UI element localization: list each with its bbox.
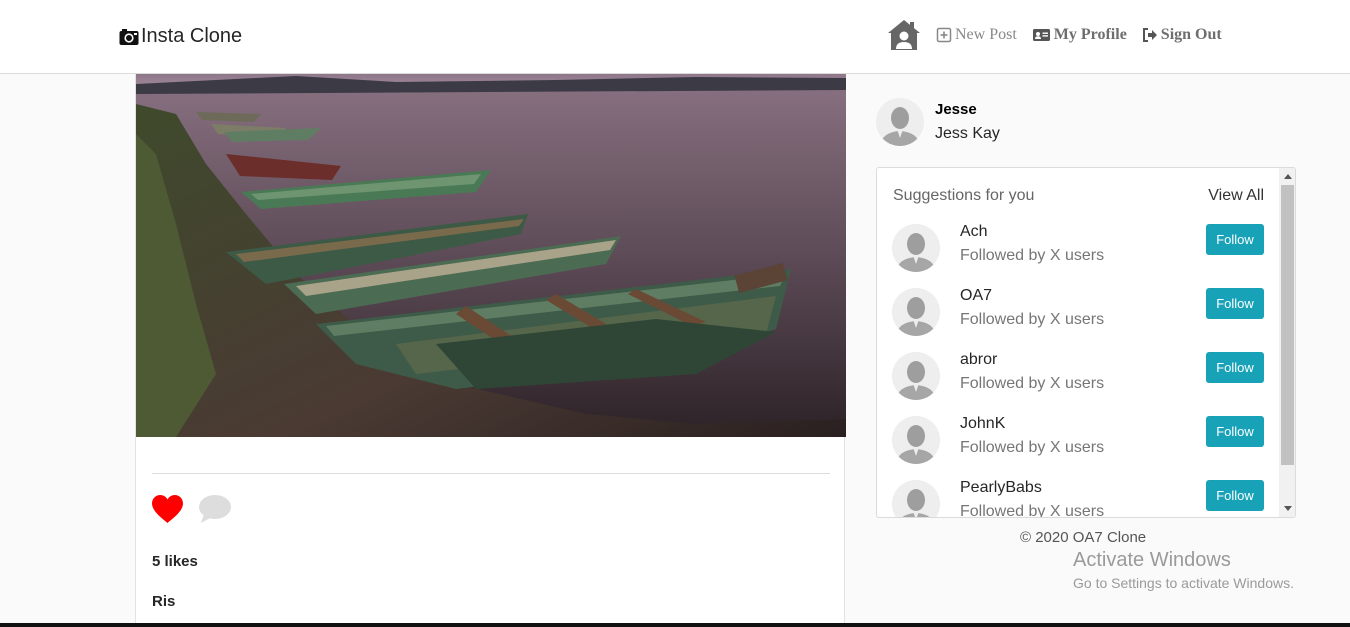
my-profile-link[interactable]: My Profile — [1032, 26, 1127, 44]
list-item: Ach Followed by X users Follow — [892, 223, 1264, 274]
follow-button[interactable]: Follow — [1206, 352, 1264, 383]
suggestion-subtitle: Followed by X users — [960, 311, 1105, 328]
top-navbar: Insta Clone New Post My Profile Sign Out — [0, 0, 1350, 74]
my-profile-label: My Profile — [1053, 26, 1127, 43]
user-placeholder-icon — [876, 98, 924, 146]
suggestion-subtitle: Followed by X users — [960, 247, 1105, 264]
suggestion-subtitle: Followed by X users — [960, 375, 1105, 392]
profile-fullname: Jess Kay — [935, 125, 1000, 142]
watermark-subtitle: Go to Settings to activate Windows. — [1073, 575, 1294, 591]
footer-copyright: © 2020 OA7 Clone — [1020, 529, 1147, 546]
avatar[interactable] — [892, 288, 940, 336]
suggestion-text: Ach Followed by X users — [960, 220, 1104, 268]
follow-button[interactable]: Follow — [1206, 416, 1264, 447]
list-item: abror Followed by X users Follow — [892, 351, 1264, 402]
profile-text: Jesse Jess Kay — [935, 98, 1000, 146]
post-author[interactable]: Ris — [152, 593, 175, 610]
plus-square-icon — [936, 27, 952, 43]
user-placeholder-icon — [892, 416, 940, 464]
brand-name: Insta Clone — [141, 25, 243, 47]
user-placeholder-icon — [892, 288, 940, 336]
heart-icon[interactable] — [151, 494, 184, 524]
watermark-title: Activate Windows — [1073, 549, 1231, 571]
suggestion-username[interactable]: Ach — [960, 220, 1104, 244]
suggestion-text: JohnK Followed by X users — [960, 412, 1104, 460]
suggestions-panel[interactable]: Suggestions for you View All Ach Followe… — [876, 167, 1296, 518]
new-post-label: New Post — [955, 26, 1017, 43]
scroll-up-arrow-icon[interactable] — [1284, 174, 1292, 179]
sign-out-link[interactable]: Sign Out — [1142, 26, 1222, 44]
scroll-down-arrow-icon[interactable] — [1284, 506, 1292, 511]
nav-links: New Post My Profile Sign Out — [886, 18, 1237, 52]
user-placeholder-icon — [892, 352, 940, 400]
suggestion-username[interactable]: OA7 — [960, 284, 1104, 308]
suggestion-username[interactable]: PearlyBabs — [960, 476, 1104, 500]
post-actions — [151, 494, 232, 524]
id-card-icon — [1032, 29, 1050, 41]
suggestions-scrollbar[interactable] — [1279, 168, 1295, 517]
follow-button[interactable]: Follow — [1206, 288, 1264, 319]
avatar[interactable] — [892, 352, 940, 400]
list-item: JohnK Followed by X users Follow — [892, 415, 1264, 466]
scrollbar-thumb[interactable] — [1281, 185, 1294, 465]
list-item: OA7 Followed by X users Follow — [892, 287, 1264, 338]
like-count: 5 likes — [152, 553, 198, 570]
new-post-link[interactable]: New Post — [936, 26, 1017, 44]
avatar[interactable] — [892, 480, 940, 517]
windows-activation-watermark: Activate Windows Go to Settings to activ… — [1073, 548, 1294, 592]
profile-username[interactable]: Jesse — [935, 98, 1000, 122]
user-placeholder-icon — [892, 480, 940, 517]
suggestion-text: OA7 Followed by X users — [960, 284, 1104, 332]
suggestion-username[interactable]: JohnK — [960, 412, 1104, 436]
view-all-link[interactable]: View All — [1208, 187, 1264, 205]
taskbar-edge — [0, 623, 1350, 627]
comment-icon[interactable] — [198, 494, 232, 524]
post-photo — [136, 74, 846, 437]
brand-link[interactable]: Insta Clone — [119, 25, 242, 48]
post-card: 5 likes Ris — [135, 74, 846, 627]
camera-icon — [119, 28, 139, 45]
sign-out-label: Sign Out — [1160, 26, 1222, 43]
avatar[interactable] — [892, 224, 940, 272]
home-icon[interactable] — [886, 18, 922, 52]
sign-out-icon — [1142, 28, 1157, 42]
suggestion-username[interactable]: abror — [960, 348, 1104, 372]
suggestion-subtitle: Followed by X users — [960, 439, 1105, 456]
suggestion-subtitle: Followed by X users — [960, 503, 1105, 518]
follow-button[interactable]: Follow — [1206, 224, 1264, 255]
follow-button[interactable]: Follow — [1206, 480, 1264, 511]
user-placeholder-icon — [892, 224, 940, 272]
list-item: PearlyBabs Followed by X users Follow — [892, 479, 1264, 517]
suggestions-title: Suggestions for you — [893, 187, 1035, 204]
post-divider — [152, 473, 830, 474]
suggestions-header: Suggestions for you View All — [893, 187, 1264, 205]
avatar[interactable] — [876, 98, 924, 146]
current-user-profile: Jesse Jess Kay — [876, 98, 1000, 146]
suggestion-text: PearlyBabs Followed by X users — [960, 476, 1105, 518]
suggestion-text: abror Followed by X users — [960, 348, 1104, 396]
avatar[interactable] — [892, 416, 940, 464]
